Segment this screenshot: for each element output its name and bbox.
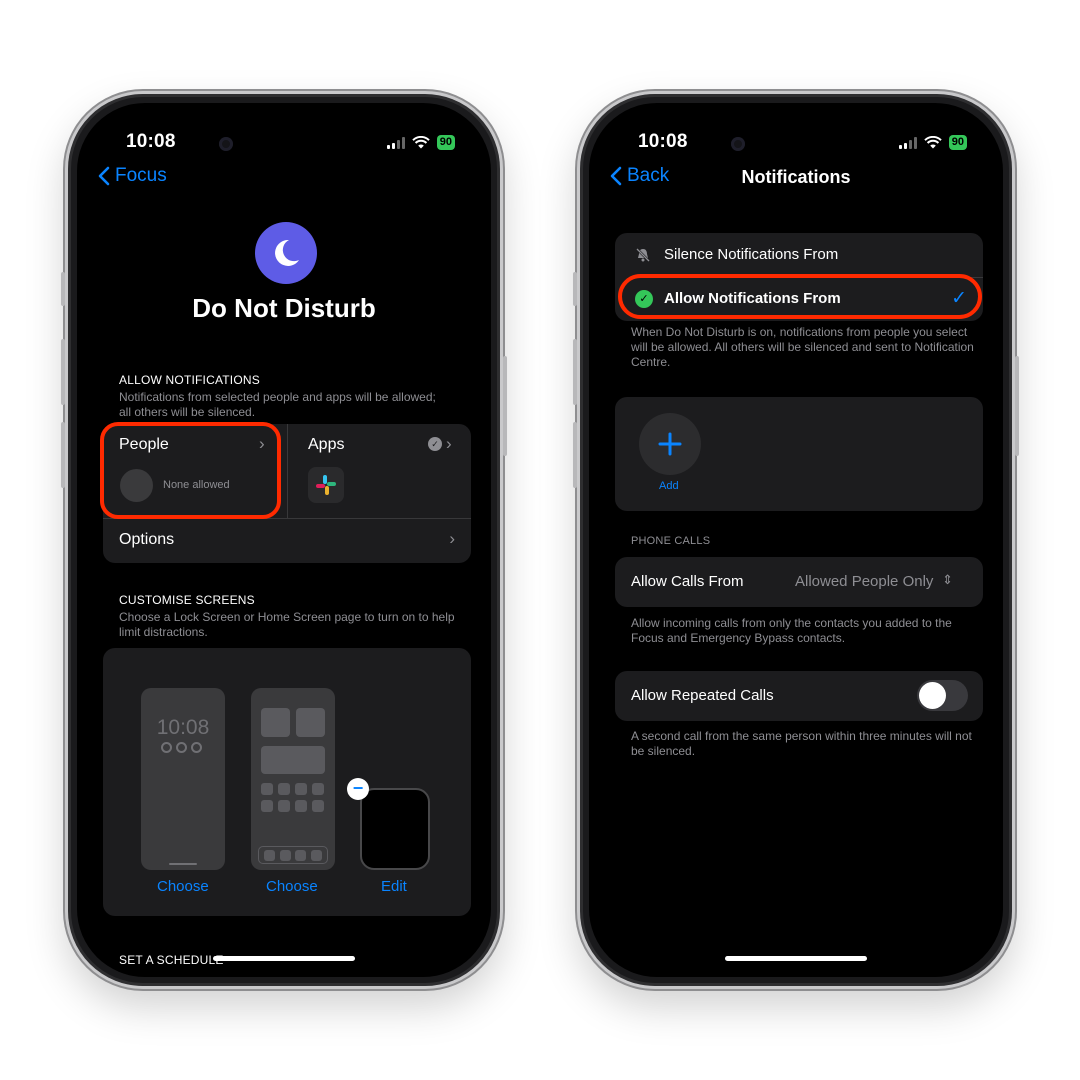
apps-label: Apps (308, 436, 345, 453)
add-person-button[interactable] (639, 413, 701, 475)
watch-face-preview[interactable] (360, 788, 430, 870)
verified-badge-icon: ✓ (428, 437, 442, 451)
wifi-icon (412, 136, 430, 149)
home-indicator (213, 956, 355, 961)
allow-calls-value: Allowed People Only (795, 573, 934, 590)
allow-calls-description: Allow incoming calls from only the conta… (631, 616, 952, 645)
plus-icon (658, 432, 682, 456)
allow-calls-label: Allow Calls From (631, 573, 744, 590)
lock-time: 10:08 (156, 716, 210, 739)
back-button[interactable]: Focus (98, 165, 167, 187)
signal-icon (386, 136, 405, 149)
allow-highlight (618, 274, 982, 319)
repeated-calls-label: Allow Repeated Calls (631, 687, 774, 704)
options-label: Options (119, 531, 175, 548)
status-time: 10:08 (126, 131, 176, 152)
customise-screens-card: 10:08 Choose Choose − Edit (103, 648, 471, 916)
phone-calls-header: PHONE CALLS (631, 535, 711, 547)
chevron-left-icon (98, 166, 110, 186)
set-schedule-header: SET A SCHEDULE (119, 953, 224, 967)
page-title: Do Not Disturb (192, 293, 376, 323)
remove-watch-face-icon[interactable]: − (347, 778, 369, 800)
lock-screen-preview[interactable]: 10:08 (141, 688, 225, 870)
slack-app-icon (308, 467, 344, 503)
power-button (503, 356, 507, 456)
edit-button[interactable]: Edit (381, 878, 407, 895)
choose-lock-button[interactable]: Choose (157, 878, 209, 895)
phone-left: 10:08 90 Focus Do Not Disturb ALLOW NOTI… (61, 91, 507, 989)
silence-label: Silence Notifications From (664, 246, 839, 263)
left-screen: 10:08 90 Focus Do Not Disturb ALLOW NOTI… (77, 103, 491, 977)
status-bar: 10:08 90 (77, 125, 491, 155)
repeated-calls-description: A second call from the same person withi… (631, 729, 972, 758)
repeated-calls-row: Allow Repeated Calls (615, 671, 983, 721)
moon-icon (275, 239, 299, 266)
volume-down-button (61, 422, 65, 488)
add-label: Add (659, 480, 679, 492)
options-chevron-icon: › (449, 529, 455, 548)
signal-icon (898, 136, 917, 149)
options-row[interactable]: Options › (103, 519, 471, 563)
allow-description: When Do Not Disturb is on, notifications… (631, 325, 974, 369)
apps-tile[interactable]: Apps ✓ › (288, 424, 471, 518)
right-screen: 10:08 90 Back Notifications Silence Noti… (589, 103, 1003, 977)
customise-screens-header: CUSTOMISE SCREENS (119, 593, 255, 607)
mute-switch (573, 272, 577, 306)
bell-slash-icon (636, 248, 650, 262)
updown-chevron-icon: ⇕ (942, 572, 953, 587)
people-highlight (100, 422, 281, 519)
repeated-calls-toggle[interactable] (917, 680, 968, 711)
home-screen-preview[interactable] (251, 688, 335, 870)
allow-notifications-header: ALLOW NOTIFICATIONS (119, 373, 260, 387)
power-button (1015, 356, 1019, 456)
home-indicator (725, 956, 867, 961)
status-bar: 10:08 90 (589, 125, 1003, 155)
back-label: Focus (115, 165, 167, 186)
mute-switch (61, 272, 65, 306)
silence-option[interactable]: Silence Notifications From (615, 233, 983, 277)
toggle-knob (919, 682, 946, 709)
volume-down-button (573, 422, 577, 488)
apps-chevron-icon: › (446, 434, 452, 453)
choose-home-button[interactable]: Choose (266, 878, 318, 895)
status-time: 10:08 (638, 131, 688, 152)
phone-right: 10:08 90 Back Notifications Silence Noti… (573, 91, 1019, 989)
battery-icon: 90 (948, 135, 967, 150)
wifi-icon (924, 136, 942, 149)
page-title: Notifications (741, 167, 851, 187)
people-card: Add (615, 397, 983, 511)
camera-icon (219, 137, 233, 151)
allow-calls-row[interactable]: Allow Calls From Allowed People Only ⇕ (615, 557, 983, 607)
volume-up-button (573, 339, 577, 405)
allow-notifications-subtitle: Notifications from selected people and a… (119, 390, 436, 419)
focus-icon (255, 222, 317, 284)
lock-widgets (161, 742, 202, 753)
battery-icon: 90 (436, 135, 455, 150)
camera-icon (731, 137, 745, 151)
customise-screens-subtitle: Choose a Lock Screen or Home Screen page… (119, 610, 455, 639)
volume-up-button (61, 339, 65, 405)
